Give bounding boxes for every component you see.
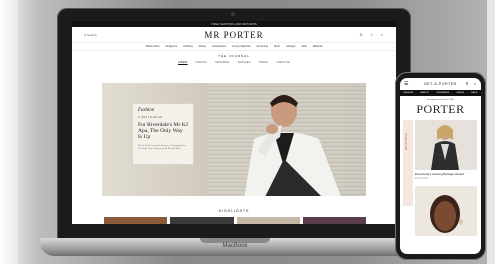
nav-item[interactable]: Luxury Watches bbox=[232, 43, 251, 50]
highlights-row bbox=[104, 217, 366, 224]
section-title: THE JOURNAL bbox=[218, 54, 250, 58]
camera-icon bbox=[231, 12, 235, 16]
subnav-item[interactable]: WATCHES bbox=[238, 60, 251, 66]
hero-article-card[interactable]: Fashion A WHITE EDGE For Riverdale's Mr … bbox=[132, 103, 194, 165]
laptop-brand: MacBook bbox=[222, 243, 248, 249]
phone-nav-item[interactable]: BAGS bbox=[471, 90, 477, 96]
subnav-item[interactable]: GROOMING bbox=[215, 60, 230, 66]
nav-item[interactable]: Clothing bbox=[183, 43, 193, 50]
nav-item[interactable]: Lifestyle bbox=[286, 43, 296, 50]
laptop: FREE SHIPPING AND RETURNS ⚲ Search MR PO… bbox=[57, 8, 411, 240]
nav-item[interactable]: What's New bbox=[146, 43, 160, 50]
nav-item[interactable]: Gifts bbox=[302, 43, 307, 50]
article-category: Fashion bbox=[138, 108, 155, 113]
side-label-panel: ART OF STYLE bbox=[403, 120, 413, 206]
background-edge-left bbox=[0, 0, 18, 264]
subnav-item[interactable]: TRAVEL bbox=[258, 60, 268, 66]
phone-screen: ☰ NET-A-PORTER ⚲ ⌂ FASHION BEAUTY DESIGN… bbox=[400, 78, 481, 254]
phone-nav: FASHION BEAUTY DESIGNERS SHOES BAGS bbox=[400, 90, 481, 96]
phone-article-caption[interactable]: Everybody's wearing Bottega Veneta bbox=[415, 172, 477, 176]
highlight-thumbnail[interactable] bbox=[236, 217, 300, 224]
laptop-base: MacBook bbox=[40, 238, 430, 256]
phone-header-icons[interactable]: ⚲ ⌂ bbox=[466, 81, 478, 86]
laptop-screen: FREE SHIPPING AND RETURNS ⚲ Search MR PO… bbox=[72, 21, 396, 224]
background-edge-right bbox=[487, 0, 495, 264]
hero-image[interactable]: Fashion A WHITE EDGE For Riverdale's Mr … bbox=[102, 83, 366, 196]
header-icons[interactable]: ♙ ☆ ⌂ bbox=[359, 32, 386, 37]
nav-item[interactable]: Editorial bbox=[313, 43, 322, 50]
phone-nav-item[interactable]: DESIGNERS bbox=[436, 90, 449, 96]
phone: ☰ NET-A-PORTER ⚲ ⌂ FASHION BEAUTY DESIGN… bbox=[395, 72, 486, 260]
phone-article-tag: FASHION bbox=[415, 177, 429, 180]
phone-nav-item[interactable]: FASHION bbox=[404, 90, 414, 96]
highlight-thumbnail[interactable] bbox=[104, 217, 168, 224]
highlight-thumbnail[interactable] bbox=[302, 217, 366, 224]
article-credit: Words by Mr Jeremiah Samson | Photograph… bbox=[138, 144, 186, 150]
side-label: ART OF STYLE bbox=[405, 133, 408, 150]
phone-banner: Everyday fashion from THE bbox=[427, 99, 454, 101]
porter-magazine-title[interactable]: PORTER bbox=[400, 102, 481, 117]
journal-subnav: LATEST FASHION GROOMING WATCHES TRAVEL L… bbox=[72, 60, 396, 66]
subnav-item[interactable]: FASHION bbox=[196, 60, 207, 66]
main-nav: What's New Designers Clothing Shoes Acce… bbox=[72, 43, 396, 51]
phone-content: ART OF STYLE Everybody's wearing Bottega… bbox=[400, 120, 481, 236]
highlight-thumbnail[interactable] bbox=[170, 217, 234, 224]
nav-item[interactable]: Designers bbox=[165, 43, 177, 50]
site-logo[interactable]: MR PORTER bbox=[72, 30, 396, 40]
subnav-item[interactable]: LATEST bbox=[178, 60, 188, 66]
highlights-heading: HIGHLIGHTS bbox=[218, 209, 250, 213]
phone-nav-item[interactable]: BEAUTY bbox=[420, 90, 429, 96]
article-title: For Riverdale's Mr KJ Apa, The Only Way … bbox=[138, 122, 188, 141]
site-header: ⚲ Search MR PORTER ♙ ☆ ⌂ bbox=[72, 27, 396, 43]
nav-item[interactable]: Sport bbox=[274, 43, 280, 50]
subnav-item[interactable]: LIFESTYLE bbox=[276, 60, 290, 66]
phone-second-image[interactable] bbox=[415, 186, 477, 236]
phone-nav-item[interactable]: SHOES bbox=[456, 90, 464, 96]
nav-item[interactable]: Shoes bbox=[199, 43, 206, 50]
hero-person-image bbox=[244, 95, 341, 196]
nav-item[interactable]: Grooming bbox=[257, 43, 268, 50]
nav-item[interactable]: Accessories bbox=[212, 43, 226, 50]
article-tag: A WHITE EDGE bbox=[138, 116, 163, 119]
phone-article-image[interactable] bbox=[415, 120, 477, 170]
phone-header: ☰ NET-A-PORTER ⚲ ⌂ bbox=[400, 78, 481, 90]
